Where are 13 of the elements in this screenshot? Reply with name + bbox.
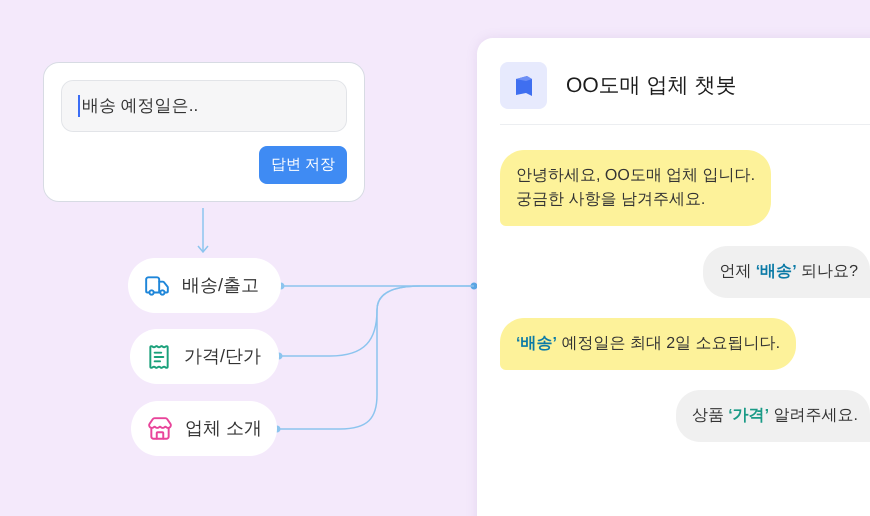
topic-node[interactable]: 가격/단가 bbox=[130, 329, 279, 384]
chatbot-title: OO도매 업체 챗봇 bbox=[566, 72, 736, 99]
bot-message: ‘배송’ 예정일은 최대 2일 소요됩니다. bbox=[500, 318, 796, 370]
topic-node[interactable]: 배송/출고 bbox=[128, 258, 281, 313]
topic-label: 배송/출고 bbox=[182, 274, 260, 297]
topic-label: 업체 소개 bbox=[185, 417, 262, 440]
bot-message: 안녕하세요, OO도매 업체 입니다. 궁금한 사항을 남겨주세요. bbox=[500, 150, 772, 226]
topic-label: 가격/단가 bbox=[184, 345, 262, 368]
answer-field[interactable]: 배송 예정일은.. bbox=[61, 80, 347, 132]
topic-node[interactable]: 업체 소개 bbox=[131, 401, 277, 456]
user-message: 언제 ‘배송’ 되나요? bbox=[703, 246, 870, 298]
user-message: 상품 ‘가격’ 알려주세요. bbox=[676, 390, 870, 442]
connector-arrow bbox=[197, 208, 209, 254]
